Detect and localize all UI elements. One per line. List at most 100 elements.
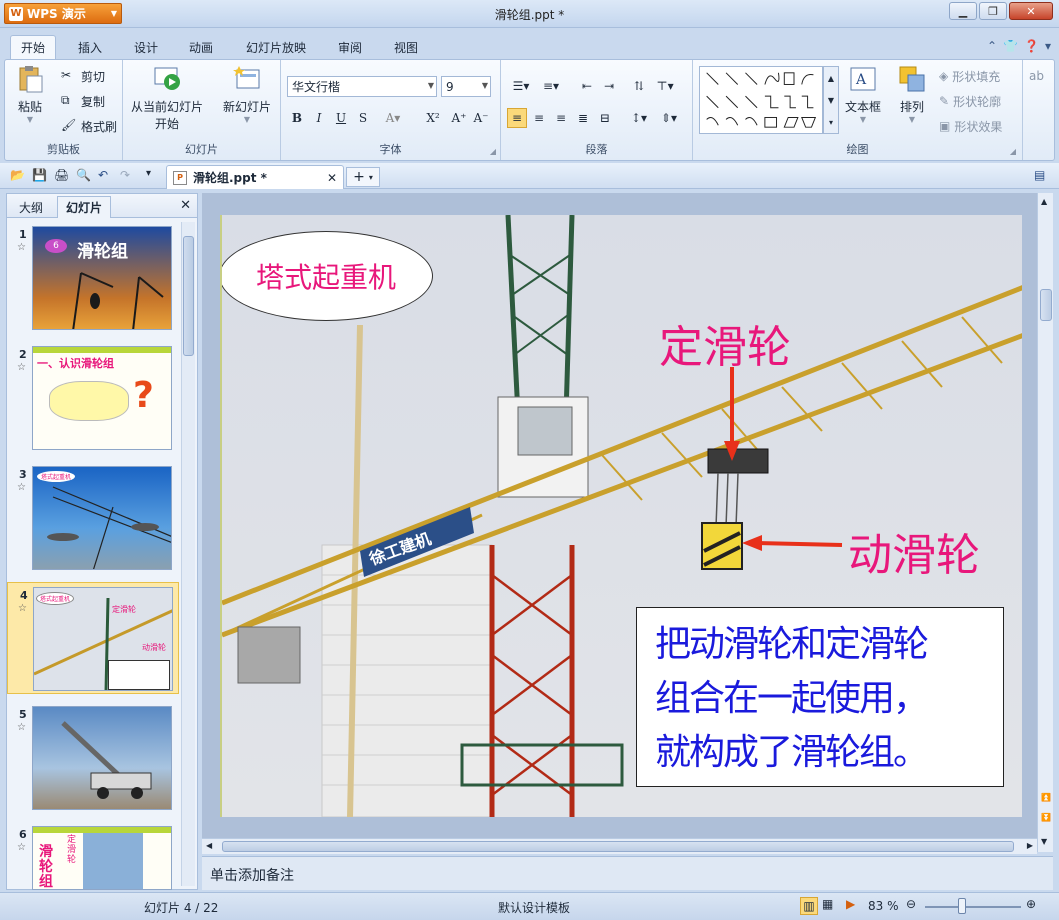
slide-thumbnail-5[interactable]: 5 ☆ (7, 702, 179, 814)
slide-sorter-icon[interactable]: ▦ (822, 897, 833, 911)
normal-view-icon[interactable]: ▥ (800, 897, 818, 915)
dialog-launcher-icon[interactable]: ◢ (490, 147, 496, 156)
skin-icon[interactable]: 👕 (1003, 39, 1018, 53)
shapes-gallery[interactable] (699, 66, 823, 134)
scrollbar-thumb[interactable] (222, 841, 1014, 852)
print-preview-icon[interactable]: 🔍 (76, 168, 92, 184)
justify-button[interactable]: ≣ (573, 108, 593, 128)
undo-icon[interactable]: ↶ (98, 168, 114, 184)
font-color-button[interactable]: A▾ (377, 108, 409, 128)
slide-thumbnail-1[interactable]: 1 ☆ 6 滑轮组 (7, 222, 179, 334)
crane-oval-label[interactable]: 塔式起重机 (222, 231, 433, 321)
paste-button[interactable]: 粘贴 ▼ (15, 64, 45, 124)
zoom-in-icon[interactable]: ⊕ (1026, 897, 1036, 911)
chevron-right-icon[interactable]: ▶ (1027, 841, 1033, 850)
tab-design[interactable]: 设计 (124, 35, 168, 59)
align-text-button[interactable]: ⊤▾ (651, 76, 679, 96)
text-box-button[interactable]: A 文本框 ▼ (845, 64, 881, 124)
restore-button[interactable]: ❐ (979, 2, 1007, 20)
shadow-button[interactable]: S (353, 108, 373, 128)
zoom-slider-track[interactable] (925, 906, 1021, 908)
font-name-select[interactable]: 华文行楷 ▼ (287, 76, 437, 97)
align-left-button[interactable]: ≡ (507, 108, 527, 128)
horizontal-scrollbar[interactable]: ◀ ▶ (202, 838, 1037, 854)
save-icon[interactable]: 💾 (32, 168, 48, 184)
next-slide-icon[interactable]: ⏬ (1041, 813, 1051, 822)
tab-animation[interactable]: 动画 (179, 35, 223, 59)
tab-view[interactable]: 视图 (384, 35, 428, 59)
underline-button[interactable]: U (331, 108, 351, 128)
chevron-up-icon[interactable]: ▲ (1041, 197, 1047, 206)
zoom-out-icon[interactable]: ⊖ (906, 897, 916, 911)
collapse-ribbon-icon[interactable]: ⌃ (987, 39, 997, 53)
grow-font-button[interactable]: A⁺ (449, 108, 469, 128)
bullets-button[interactable]: ☰▾ (507, 76, 535, 96)
zoom-slider-handle[interactable] (958, 898, 966, 914)
font-size-select[interactable]: 9 ▼ (441, 76, 491, 97)
minimize-button[interactable]: ▁ (949, 2, 977, 20)
chevron-down-icon[interactable]: ▼ (1041, 837, 1047, 846)
chevron-left-icon[interactable]: ◀ (206, 841, 212, 850)
tab-review[interactable]: 审阅 (328, 35, 372, 59)
shape-outline-button[interactable]: ✎ 形状轮廓 (939, 91, 1001, 111)
more-ribbon-button[interactable]: ab (1029, 66, 1044, 86)
play-from-current-button[interactable]: 从当前幻灯片 开始 (131, 64, 203, 132)
shapes-gallery-scroll[interactable]: ▲ ▼ ▾ (823, 66, 839, 134)
tab-slideshow[interactable]: 幻灯片放映 (236, 35, 316, 59)
close-button[interactable]: ✕ (1009, 2, 1053, 20)
chevron-down-icon[interactable]: ▼ (828, 96, 834, 105)
slideshow-view-icon[interactable]: ▶ (846, 897, 855, 911)
distribute-button[interactable]: ⊟ (595, 108, 615, 128)
scrollbar-thumb[interactable] (183, 236, 194, 356)
dialog-launcher-icon[interactable]: ◢ (1010, 147, 1016, 156)
window-layout-icon[interactable]: ▤ (1034, 168, 1050, 184)
notes-pane[interactable]: 单击添加备注 (202, 856, 1053, 890)
slide-thumbnail-2[interactable]: 2 ☆ 一、认识滑轮组 ? (7, 342, 179, 454)
more-icon[interactable]: ▾ (829, 118, 833, 127)
arrange-button[interactable]: 排列 ▼ (897, 64, 927, 124)
bold-button[interactable]: B (287, 108, 307, 128)
tab-home[interactable]: 开始 (10, 35, 57, 59)
shape-fill-button[interactable]: ◈ 形状填充 (939, 66, 1000, 86)
tab-outline[interactable]: 大纲 (11, 196, 51, 218)
text-direction-button[interactable]: ⇅ (629, 76, 649, 96)
close-tab-icon[interactable]: ✕ (327, 171, 337, 185)
fixed-pulley-label[interactable]: 定滑轮 (659, 311, 791, 375)
movable-pulley-label[interactable]: 动滑轮 (848, 519, 980, 583)
open-folder-icon[interactable]: 📂 (10, 168, 26, 184)
paragraph-spacing-button[interactable]: ⇕▾ (655, 108, 683, 128)
decrease-indent-button[interactable]: ⇤ (577, 76, 597, 96)
increase-indent-button[interactable]: ⇥ (599, 76, 619, 96)
copy-button[interactable]: ⧉ 复制 (61, 91, 105, 111)
help-icon[interactable]: ❓ (1024, 39, 1039, 53)
document-tab[interactable]: P 滑轮组.ppt * ✕ (166, 165, 344, 189)
align-right-button[interactable]: ≡ (551, 108, 571, 128)
slide-canvas[interactable]: 徐工建机 塔式起重机 定滑轮 动滑轮 把动滑轮和定滑轮 组合在一起使用， 就构成… (220, 215, 1022, 817)
slide-thumbnail-3[interactable]: 3 ☆ 塔式起重机 (7, 462, 179, 574)
tab-insert[interactable]: 插入 (68, 35, 112, 59)
cut-button[interactable]: ✂ 剪切 (61, 66, 105, 86)
chevron-up-icon[interactable]: ▲ (828, 74, 834, 83)
print-icon[interactable]: 🖨 (54, 168, 70, 184)
slide-thumbnail-4[interactable]: 4 ☆ 塔式起重机 定滑轮 动滑轮 (7, 582, 179, 694)
tab-slides[interactable]: 幻灯片 (57, 196, 112, 218)
customize-qab-icon[interactable]: ▾ (146, 168, 162, 184)
chevron-down-icon[interactable]: ▾ (1045, 39, 1051, 53)
superscript-button[interactable]: X² (421, 108, 445, 128)
slides-panel-scrollbar[interactable] (181, 222, 195, 886)
scrollbar-thumb[interactable] (1040, 289, 1052, 321)
format-painter-button[interactable]: 🖌 格式刷 (61, 116, 117, 136)
align-center-button[interactable]: ≡ (529, 108, 549, 128)
previous-slide-icon[interactable]: ⏫ (1041, 793, 1051, 802)
slide-text-box[interactable]: 把动滑轮和定滑轮 组合在一起使用， 就构成了滑轮组。 (636, 607, 1004, 787)
shrink-font-button[interactable]: A⁻ (471, 108, 491, 128)
italic-button[interactable]: I (309, 108, 329, 128)
new-slide-button[interactable]: 新幻灯片 ▼ (223, 64, 271, 124)
vertical-scrollbar[interactable]: ▲ ⏫ ⏬ ▼ (1037, 193, 1053, 852)
new-tab-button[interactable]: + ▾ (346, 167, 380, 187)
close-panel-icon[interactable]: ✕ (180, 198, 191, 213)
line-spacing-button[interactable]: ↕▾ (625, 108, 653, 128)
redo-icon[interactable]: ↷ (120, 168, 136, 184)
numbering-button[interactable]: ≡▾ (537, 76, 565, 96)
shape-effect-button[interactable]: ▣ 形状效果 (939, 116, 1002, 136)
